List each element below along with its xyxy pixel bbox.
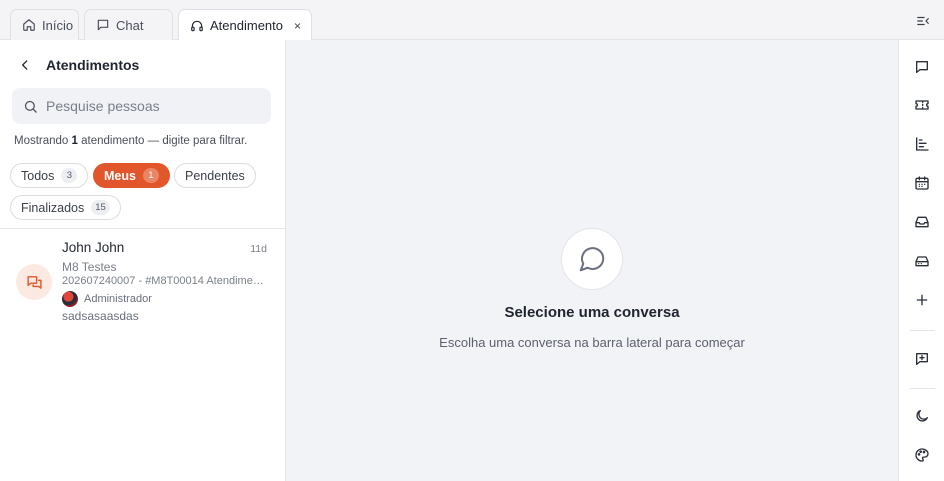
right-toolbar <box>898 40 944 481</box>
assigned-agent: Administrador <box>62 291 152 307</box>
palette-icon[interactable] <box>914 447 930 463</box>
message-circle-icon <box>579 247 605 272</box>
tab-label: Início <box>42 17 74 33</box>
close-tab-button[interactable]: × <box>294 19 301 33</box>
ticket-reference: 202607240007 - #M8T00014 Atendimento <box>62 275 267 287</box>
tab-bar: Início Chat Atendimento × <box>0 0 944 41</box>
filter-meus[interactable]: Meus 1 <box>93 163 170 188</box>
search-box <box>12 88 271 124</box>
filter-label: Pendentes <box>185 168 245 183</box>
search-icon <box>24 100 37 113</box>
drive-icon[interactable] <box>914 253 930 269</box>
summary-prefix: Mostrando <box>14 135 72 147</box>
filter-finalizados[interactable]: Finalizados 15 <box>10 195 121 220</box>
tab-chat[interactable]: Chat <box>84 9 173 40</box>
filter-count-badge: 3 <box>61 168 78 183</box>
filter-count-badge: 1 <box>142 168 159 183</box>
conversation-channel: M8 Testes <box>62 260 117 274</box>
last-message-preview: sadsasaasdas <box>62 309 139 323</box>
agent-avatar <box>62 291 78 307</box>
toolbar-divider <box>910 330 935 331</box>
conversation-time: 11d <box>250 243 267 255</box>
chart-icon[interactable] <box>914 136 930 152</box>
contact-name: John John <box>62 240 125 255</box>
tab-atendimento[interactable]: Atendimento × <box>178 9 312 41</box>
filter-todos[interactable]: Todos 3 <box>10 163 89 188</box>
conversation-item[interactable]: John John 11d M8 Testes 202607240007 - #… <box>0 229 285 325</box>
tab-inicio[interactable]: Início <box>10 9 79 40</box>
message-square-icon[interactable] <box>914 59 930 75</box>
toolbar-divider <box>910 388 935 389</box>
calendar-icon[interactable] <box>914 175 930 191</box>
ticket-icon[interactable] <box>914 97 930 113</box>
empty-state-icon-wrap <box>561 228 623 290</box>
back-chevron-icon[interactable] <box>18 58 32 72</box>
conversation-avatar <box>16 264 52 300</box>
collapse-panel-icon[interactable] <box>916 14 930 28</box>
empty-state-subtitle: Escolha uma conversa na barra lateral pa… <box>439 335 745 350</box>
empty-state-title: Selecione uma conversa <box>504 304 680 321</box>
message-plus-icon[interactable] <box>914 351 930 367</box>
filter-label: Meus <box>104 168 136 183</box>
chats-icon <box>26 275 42 289</box>
results-summary: Mostrando 1 atendimento — digite para fi… <box>14 135 247 147</box>
moon-icon[interactable] <box>914 408 930 424</box>
headset-icon <box>191 20 203 31</box>
search-input[interactable] <box>46 98 246 114</box>
conversations-sidebar: Atendimentos Mostrando 1 atendimento — d… <box>0 40 286 481</box>
summary-suffix: atendimento — digite para filtrar. <box>77 135 248 147</box>
tab-label: Chat <box>116 17 144 33</box>
plus-icon[interactable] <box>914 292 930 308</box>
filter-label: Finalizados <box>21 200 85 215</box>
tab-label: Atendimento <box>210 18 283 33</box>
filter-pendentes[interactable]: Pendentes <box>174 163 256 188</box>
agent-name: Administrador <box>84 293 152 305</box>
inbox-icon[interactable] <box>914 214 930 230</box>
filter-label: Todos <box>21 168 55 183</box>
home-icon <box>23 19 35 31</box>
chat-icon <box>97 19 109 31</box>
sidebar-header: Atendimentos <box>18 57 139 73</box>
conversation-pane: Selecione uma conversa Escolha uma conve… <box>286 40 898 481</box>
filter-count-badge: 15 <box>91 200 110 215</box>
sidebar-title: Atendimentos <box>46 57 140 73</box>
